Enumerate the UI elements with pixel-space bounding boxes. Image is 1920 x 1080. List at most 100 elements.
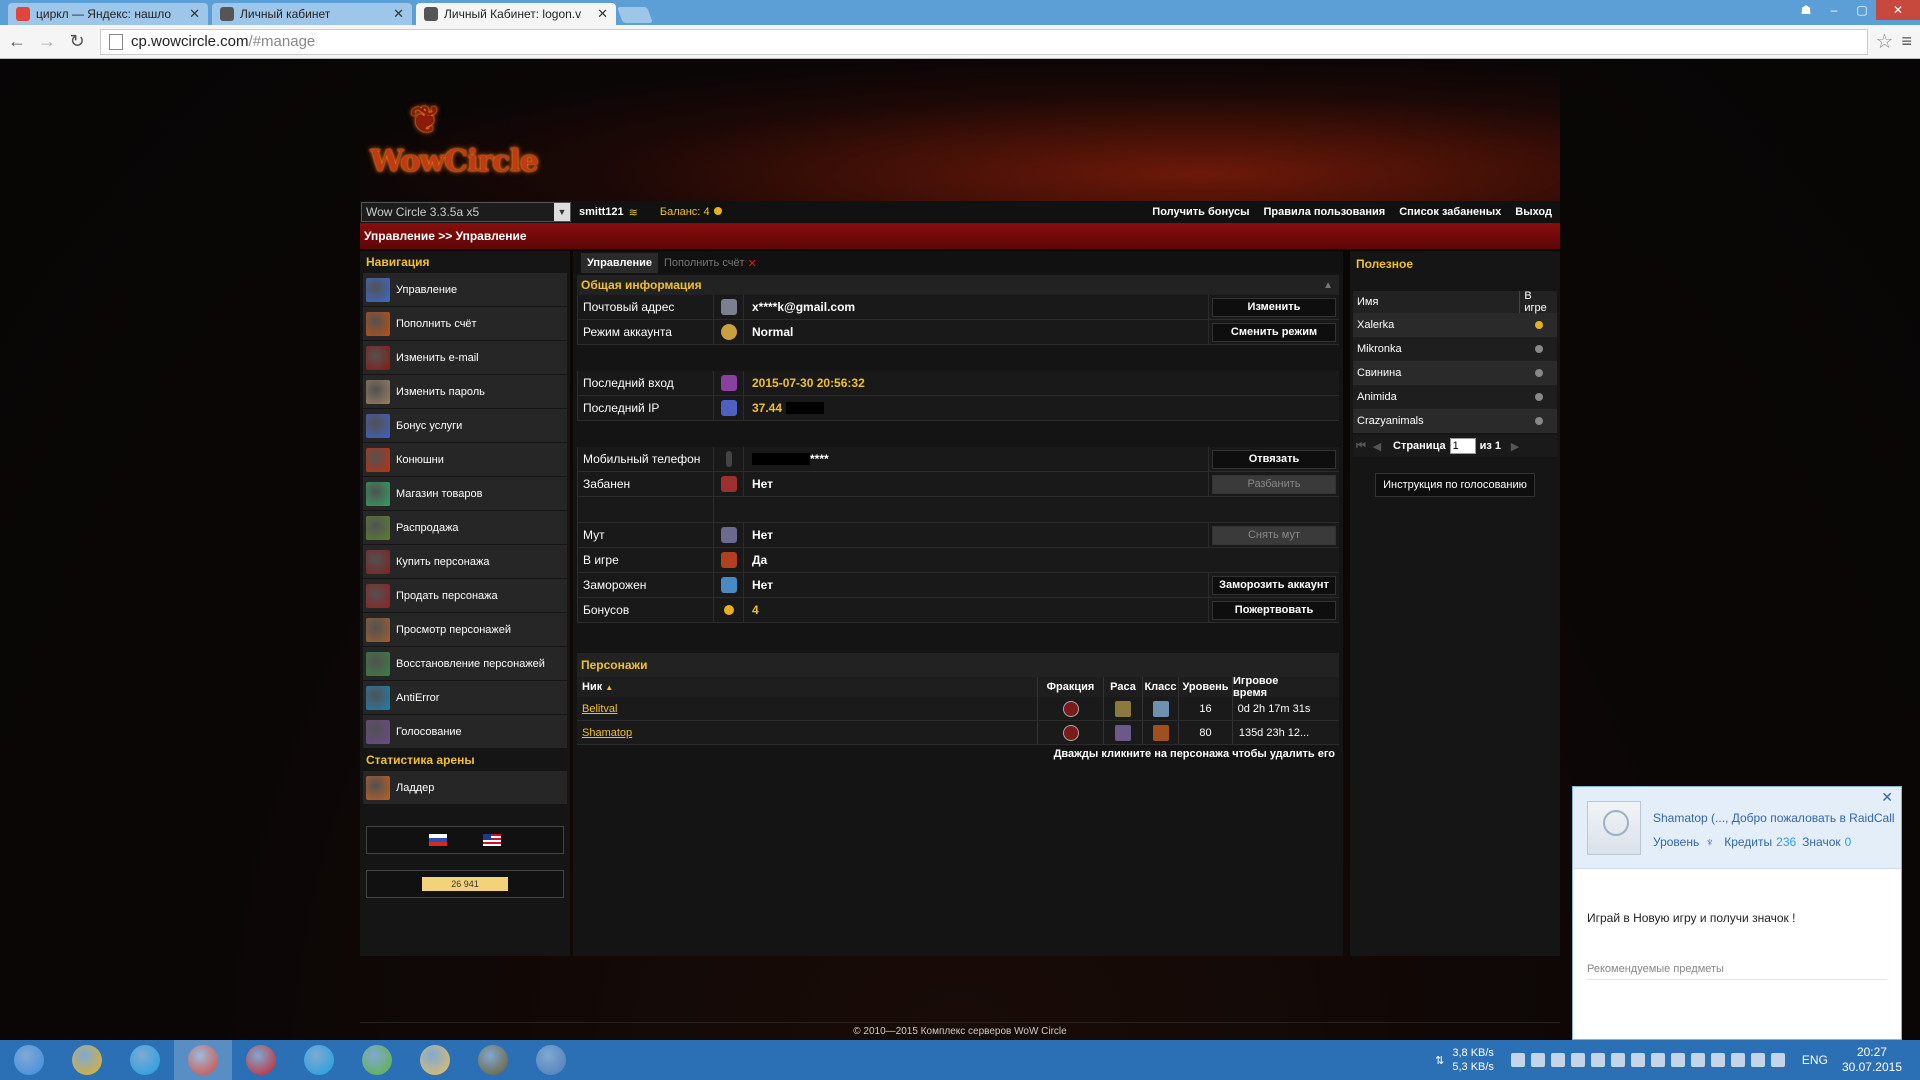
bookmark-star-icon[interactable]: ☆ (1876, 29, 1894, 54)
change-mode-button[interactable]: Сменить режим (1212, 322, 1336, 342)
sidebar-item[interactable]: Продать персонажа (363, 579, 567, 612)
russian-flag-icon[interactable] (429, 834, 447, 846)
close-window-icon[interactable]: ✕ (1876, 0, 1920, 20)
tray-icon[interactable] (1510, 1053, 1525, 1067)
logout-link[interactable]: Выход (1515, 206, 1552, 218)
unban-button[interactable]: Разбанить (1212, 474, 1336, 494)
table-row[interactable]: Belitval 16 0d 2h 17m 31s (577, 697, 1339, 721)
sidebar-item[interactable]: Пополнить счёт (363, 307, 567, 340)
close-icon[interactable]: ✕ (1881, 789, 1893, 806)
taskbar-app-button[interactable] (116, 1040, 174, 1080)
list-item[interactable]: Mikronka (1353, 337, 1557, 361)
taskbar-app-button[interactable] (406, 1040, 464, 1080)
taskbar-app-button[interactable] (0, 1040, 58, 1080)
tray-icon[interactable] (1630, 1053, 1645, 1067)
tray-icon[interactable] (1710, 1053, 1725, 1067)
sidebar-item[interactable]: Магазин товаров (363, 477, 567, 510)
sidebar-item[interactable]: Распродажа (363, 511, 567, 544)
list-item[interactable]: Xalerka (1353, 313, 1557, 337)
close-tab-icon[interactable]: ✕ (748, 257, 757, 270)
change-email-button[interactable]: Изменить (1212, 297, 1336, 317)
user-icon[interactable]: ☗ (1792, 0, 1820, 20)
tab-deposit[interactable]: Пополнить счёт ✕ (658, 253, 763, 273)
visit-counter[interactable]: 26 941 (422, 877, 508, 891)
row-label: В игре (577, 548, 714, 572)
first-page-icon[interactable]: ⏮ (1353, 440, 1369, 453)
close-tab-icon[interactable]: ✕ (393, 6, 404, 22)
tray-icon[interactable] (1530, 1053, 1545, 1067)
collapse-icon[interactable]: ▲ (1323, 280, 1333, 291)
network-icon[interactable] (1750, 1053, 1765, 1067)
browser-menu-icon[interactable]: ≡ (1901, 31, 1912, 52)
tray-icon[interactable] (1690, 1053, 1705, 1067)
language-indicator[interactable]: ENG (1802, 1053, 1828, 1067)
browser-tab[interactable]: циркл — Яндекс: нашло ✕ (8, 3, 208, 25)
prev-page-icon[interactable]: ◀ (1369, 440, 1385, 453)
taskbar-app-button[interactable] (522, 1040, 580, 1080)
tray-icon[interactable] (1550, 1053, 1565, 1067)
url-field[interactable]: cp.wowcircle.com/#manage (100, 28, 1868, 55)
sidebar-item[interactable]: Управление (363, 273, 567, 306)
freeze-account-button[interactable]: Заморозить аккаунт (1212, 575, 1336, 595)
get-bonuses-link[interactable]: Получить бонусы (1152, 206, 1249, 218)
list-item[interactable]: Свинина (1353, 361, 1557, 385)
sidebar-item[interactable]: Восстановление персонажей (363, 647, 567, 680)
close-tab-icon[interactable]: ✕ (597, 6, 608, 22)
tray-icon[interactable] (1650, 1053, 1665, 1067)
taskbar-app-button[interactable] (464, 1040, 522, 1080)
minimize-icon[interactable]: – (1820, 0, 1848, 20)
realm-select[interactable]: Wow Circle 3.3.5a x5 ▼ (361, 202, 571, 222)
rules-link[interactable]: Правила пользования (1263, 206, 1385, 218)
list-item[interactable]: Crazyanimals (1353, 409, 1557, 433)
sidebar-item[interactable]: Конюшни (363, 443, 567, 476)
sidebar-item[interactable]: Изменить e-mail (363, 341, 567, 374)
taskbar-app-button[interactable] (290, 1040, 348, 1080)
browser-tab[interactable]: Личный кабинет ✕ (212, 3, 412, 25)
last-login-row: Последний вход 2015-07-30 20:56:32 (577, 371, 1339, 396)
promo-text[interactable]: Играй в Новую игру и получи значок ! (1587, 911, 1795, 925)
table-row[interactable]: Shamatop 80 135d 23h 12... (577, 721, 1339, 745)
taskbar-app-button[interactable] (58, 1040, 116, 1080)
character-name-link[interactable]: Belitval (582, 703, 617, 715)
close-tab-icon[interactable]: ✕ (189, 6, 200, 22)
tab-manage[interactable]: Управление (581, 253, 659, 273)
taskbar-app-button[interactable] (232, 1040, 290, 1080)
character-name-link[interactable]: Shamatop (582, 727, 632, 739)
tray-icon[interactable] (1590, 1053, 1605, 1067)
reload-icon[interactable]: ↻ (64, 31, 90, 52)
sidebar-item[interactable]: Бонус услуги (363, 409, 567, 442)
chevron-down-icon[interactable]: ▼ (554, 203, 570, 221)
donate-button[interactable]: Пожертвовать (1212, 600, 1336, 620)
badge-value: 0 (1844, 835, 1852, 849)
flag-icon[interactable] (1730, 1053, 1745, 1067)
site-logo[interactable]: ❦ WowCircle (370, 99, 560, 185)
list-item[interactable]: Animida (1353, 385, 1557, 409)
sidebar-item-ladder[interactable]: Ладдер (363, 771, 567, 804)
delete-hint: Дважды кликните на персонажа чтобы удали… (1053, 748, 1335, 760)
taskbar-app-button[interactable] (348, 1040, 406, 1080)
clock[interactable]: 20:27 30.07.2015 (1842, 1045, 1902, 1075)
back-icon[interactable]: ← (4, 31, 30, 52)
sidebar-item[interactable]: Просмотр персонажей (363, 613, 567, 646)
browser-tab-active[interactable]: Личный Кабинет: logon.v ✕ (416, 3, 616, 25)
forward-icon[interactable]: → (34, 31, 60, 52)
banned-list-link[interactable]: Список забаненых (1399, 206, 1501, 218)
vote-instructions-button[interactable]: Инструкция по голосованию (1375, 473, 1535, 497)
unlink-phone-button[interactable]: Отвязать (1212, 449, 1336, 469)
volume-icon[interactable] (1770, 1053, 1785, 1067)
next-page-icon[interactable]: ▶ (1507, 440, 1523, 453)
taskbar-app-button[interactable] (174, 1040, 232, 1080)
tray-icon[interactable] (1610, 1053, 1625, 1067)
page-input[interactable] (1449, 438, 1476, 454)
tray-icon[interactable] (1670, 1053, 1685, 1067)
unmute-button[interactable]: Снять мут (1212, 525, 1336, 545)
new-tab-button[interactable] (617, 7, 653, 23)
maximize-icon[interactable]: ▢ (1848, 0, 1876, 20)
col-nick[interactable]: Ник ▲ (577, 677, 1038, 697)
sidebar-item[interactable]: Голосование (363, 715, 567, 748)
tray-icon[interactable] (1570, 1053, 1585, 1067)
us-flag-icon[interactable] (483, 834, 501, 846)
sidebar-item[interactable]: Купить персонажа (363, 545, 567, 578)
sidebar-item[interactable]: AntiError (363, 681, 567, 714)
sidebar-item[interactable]: Изменить пароль (363, 375, 567, 408)
